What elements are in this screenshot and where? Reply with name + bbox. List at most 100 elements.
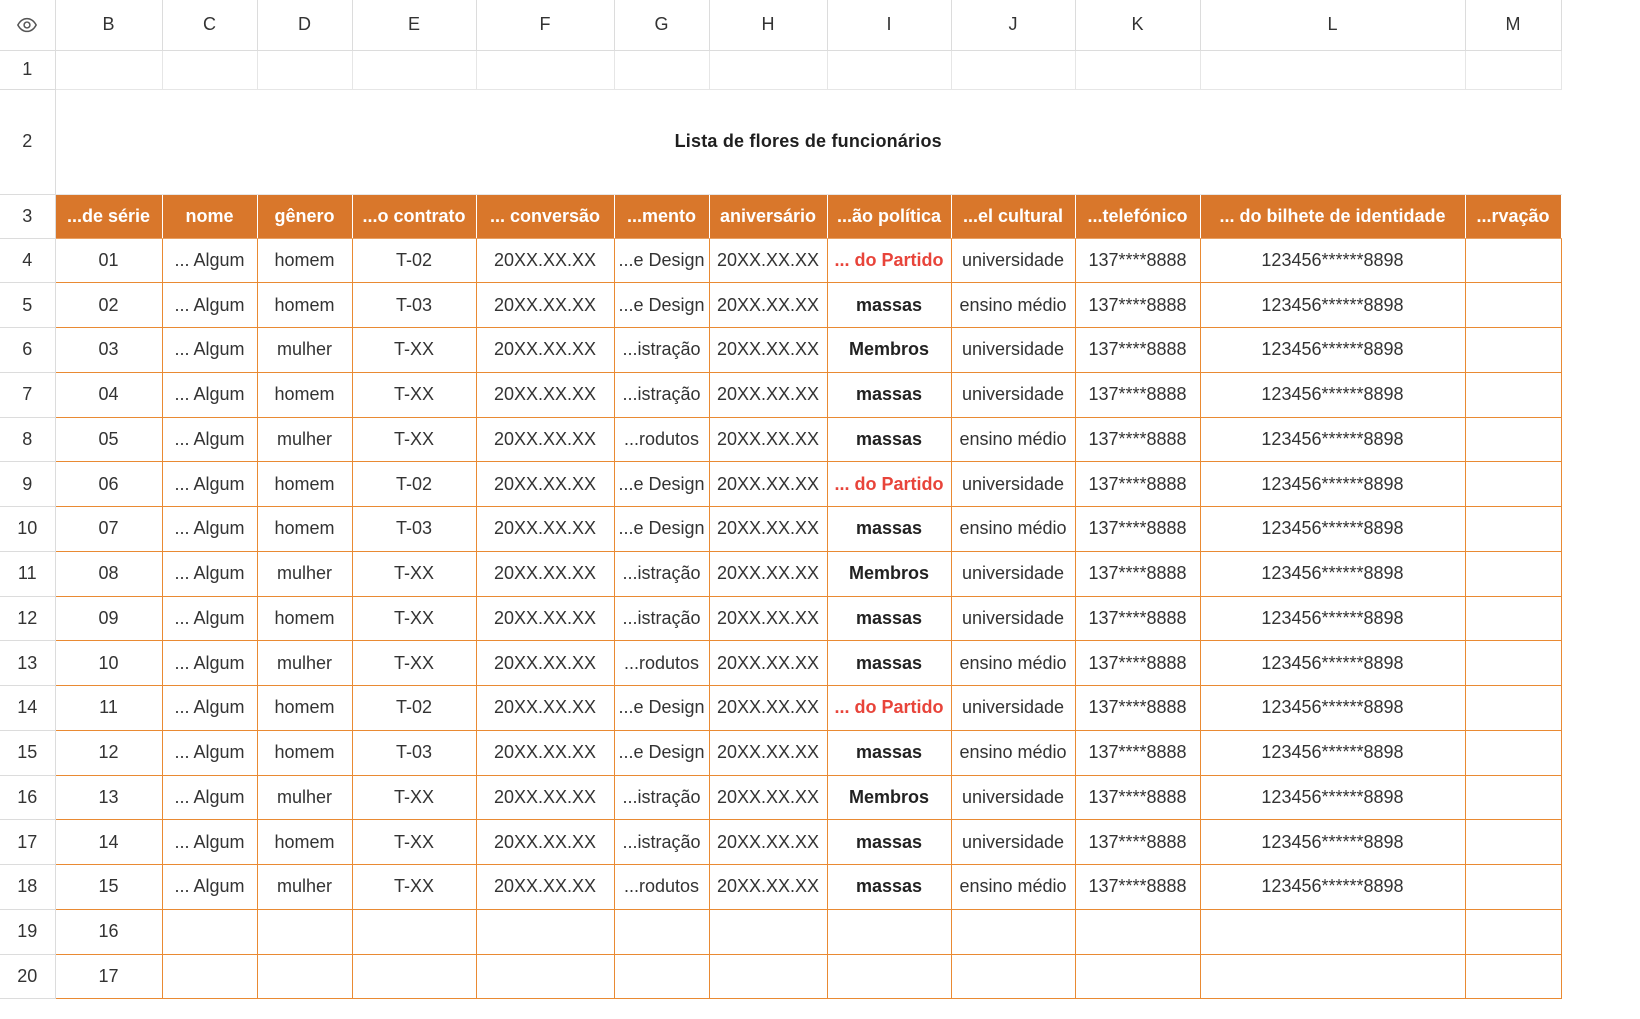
row-header-17[interactable]: 17	[0, 819, 56, 865]
table-cell[interactable]: T-XX	[351, 550, 477, 597]
table-header-cell[interactable]: ...ão política	[826, 193, 952, 239]
table-cell[interactable]: massas	[826, 416, 952, 463]
table-cell[interactable]: 20XX.XX.XX	[475, 506, 615, 552]
row-header-9[interactable]: 9	[0, 461, 56, 507]
table-cell[interactable]: 20XX.XX.XX	[708, 371, 828, 418]
row-header-11[interactable]: 11	[0, 551, 56, 597]
table-cell[interactable]: ... Algum	[161, 729, 258, 776]
table-cell[interactable]	[826, 908, 952, 955]
table-cell[interactable]: 03	[54, 327, 163, 373]
table-cell[interactable]: T-XX	[351, 416, 477, 463]
table-cell[interactable]: 20XX.XX.XX	[475, 595, 615, 642]
table-cell[interactable]	[826, 953, 952, 1000]
table-cell[interactable]: massas	[826, 282, 952, 328]
table-cell[interactable]: 137****8888	[1074, 506, 1201, 552]
table-cell[interactable]: T-XX	[351, 595, 477, 642]
table-header-cell[interactable]: ...mento	[613, 193, 710, 239]
table-cell[interactable]: universidade	[950, 327, 1076, 373]
table-cell[interactable]: massas	[826, 506, 952, 552]
table-cell[interactable]: universidade	[950, 685, 1076, 731]
column-header-c[interactable]: C	[162, 0, 258, 51]
column-header-h[interactable]: H	[709, 0, 828, 51]
table-cell[interactable]: ... Algum	[161, 327, 258, 373]
table-cell[interactable]: ...istração	[613, 327, 710, 373]
table-cell[interactable]: 20XX.XX.XX	[475, 371, 615, 418]
table-cell[interactable]: ... Algum	[161, 640, 258, 686]
cell[interactable]	[827, 50, 952, 90]
table-cell[interactable]: ... Algum	[161, 416, 258, 463]
table-cell[interactable]	[1464, 282, 1562, 328]
table-cell[interactable]: universidade	[950, 595, 1076, 642]
table-cell[interactable]	[351, 908, 477, 955]
column-header-d[interactable]: D	[257, 0, 353, 51]
table-cell[interactable]: 123456******8898	[1199, 550, 1466, 597]
table-cell[interactable]: 123456******8898	[1199, 461, 1466, 507]
table-cell[interactable]: ... Algum	[161, 371, 258, 418]
table-cell[interactable]	[708, 953, 828, 1000]
table-cell[interactable]: 123456******8898	[1199, 774, 1466, 821]
table-cell[interactable]: 137****8888	[1074, 595, 1201, 642]
cell[interactable]	[951, 50, 1076, 90]
table-cell[interactable]	[1464, 461, 1562, 507]
table-header-cell[interactable]: ...el cultural	[950, 193, 1076, 239]
table-cell[interactable]: 04	[54, 371, 163, 418]
table-header-cell[interactable]: ... do bilhete de identidade	[1199, 193, 1466, 239]
table-cell[interactable]: Membros	[826, 327, 952, 373]
row-header-16[interactable]: 16	[0, 775, 56, 821]
table-cell[interactable]	[950, 908, 1076, 955]
table-cell[interactable]: T-XX	[351, 371, 477, 418]
table-cell[interactable]	[475, 953, 615, 1000]
row-header-18[interactable]: 18	[0, 864, 56, 910]
table-cell[interactable]	[1464, 371, 1562, 418]
table-cell[interactable]: T-XX	[351, 864, 477, 910]
table-cell[interactable]: ...e Design	[613, 685, 710, 731]
table-cell[interactable]: 137****8888	[1074, 774, 1201, 821]
table-cell[interactable]: mulher	[256, 864, 353, 910]
table-cell[interactable]: ensino médio	[950, 282, 1076, 328]
table-cell[interactable]: T-02	[351, 685, 477, 731]
table-cell[interactable]: 20XX.XX.XX	[475, 237, 615, 284]
table-cell[interactable]: 20XX.XX.XX	[708, 729, 828, 776]
table-cell[interactable]: T-03	[351, 282, 477, 328]
table-cell[interactable]: 20XX.XX.XX	[475, 282, 615, 328]
table-header-cell[interactable]: ...rvação	[1464, 193, 1562, 239]
row-header-6[interactable]: 6	[0, 327, 56, 373]
table-cell[interactable]	[613, 908, 710, 955]
table-cell[interactable]: 137****8888	[1074, 550, 1201, 597]
table-cell[interactable]: ... Algum	[161, 819, 258, 865]
table-cell[interactable]: 05	[54, 416, 163, 463]
table-cell[interactable]: universidade	[950, 774, 1076, 821]
table-cell[interactable]: T-02	[351, 237, 477, 284]
table-cell[interactable]: 137****8888	[1074, 371, 1201, 418]
table-cell[interactable]: ...istração	[613, 550, 710, 597]
table-cell[interactable]: ...e Design	[613, 729, 710, 776]
table-cell[interactable]: homem	[256, 595, 353, 642]
table-cell[interactable]: ... do Partido	[826, 461, 952, 507]
cell[interactable]	[1075, 50, 1201, 90]
table-cell[interactable]: 20XX.XX.XX	[708, 461, 828, 507]
table-cell[interactable]: 02	[54, 282, 163, 328]
table-cell[interactable]: 123456******8898	[1199, 371, 1466, 418]
table-cell[interactable]: ...istração	[613, 371, 710, 418]
table-cell[interactable]	[1464, 595, 1562, 642]
table-cell[interactable]	[256, 908, 353, 955]
table-cell[interactable]	[1464, 953, 1562, 1000]
table-cell[interactable]	[950, 953, 1076, 1000]
table-cell[interactable]: homem	[256, 685, 353, 731]
table-cell[interactable]: T-XX	[351, 327, 477, 373]
cell[interactable]	[55, 50, 163, 90]
table-cell[interactable]: 17	[54, 953, 163, 1000]
table-cell[interactable]: 123456******8898	[1199, 327, 1466, 373]
table-cell[interactable]: T-XX	[351, 640, 477, 686]
table-cell[interactable]: 137****8888	[1074, 282, 1201, 328]
row-header-20[interactable]: 20	[0, 954, 56, 1000]
table-cell[interactable]: 123456******8898	[1199, 416, 1466, 463]
table-cell[interactable]: ...e Design	[613, 506, 710, 552]
table-cell[interactable]: massas	[826, 640, 952, 686]
cell[interactable]	[1200, 50, 1466, 90]
table-cell[interactable]: universidade	[950, 237, 1076, 284]
row-header-5[interactable]: 5	[0, 282, 56, 328]
table-header-cell[interactable]: aniversário	[708, 193, 828, 239]
table-cell[interactable]: massas	[826, 729, 952, 776]
table-cell[interactable]: ensino médio	[950, 864, 1076, 910]
